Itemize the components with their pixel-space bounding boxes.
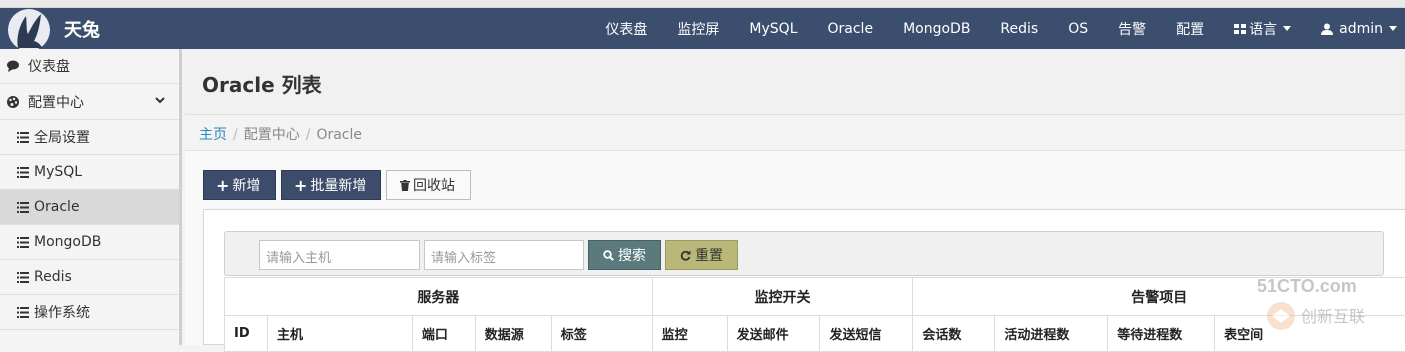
watermark-text-brand: 创新互联: [1301, 307, 1365, 326]
language-dropdown[interactable]: 语言: [1234, 19, 1291, 39]
page-title: Oracle 列表: [185, 49, 1405, 115]
sidebar-item-dashboard[interactable]: 仪表盘: [0, 49, 179, 84]
recycle-bin-button[interactable]: 回收站: [386, 170, 471, 200]
list-icon: [17, 272, 29, 283]
nav-item-oracle[interactable]: Oracle: [828, 21, 874, 37]
reset-button[interactable]: 重置: [665, 240, 738, 270]
column-header-send-sms[interactable]: 发送短信: [820, 316, 913, 352]
brand-title[interactable]: 天兔: [64, 16, 100, 42]
recycle-bin-label: 回收站: [413, 175, 455, 195]
batch-add-button[interactable]: + 批量新增: [281, 170, 381, 200]
table-column-header-row: ID 主机 端口 数据源 标签 监控 发送邮件 发送短信 会话数 活动进程数 等…: [225, 316, 1405, 352]
chevron-down-icon: [155, 97, 165, 104]
nav-item-monitor-screen[interactable]: 监控屏: [677, 19, 719, 39]
column-header-sessions[interactable]: 会话数: [913, 316, 995, 352]
breadcrumb-current: Oracle: [316, 127, 362, 143]
column-header-active-processes[interactable]: 活动进程数: [995, 316, 1108, 352]
list-panel: 请输入主机 请输入标签 搜索 重置: [203, 209, 1405, 345]
sidebar-item-label: Redis: [34, 269, 72, 285]
column-header-monitor[interactable]: 监控: [652, 316, 727, 352]
column-header-id[interactable]: ID: [225, 316, 268, 352]
top-navbar: 天兔 仪表盘 监控屏 MySQL Oracle MongoDB Redis OS…: [0, 8, 1405, 49]
search-button[interactable]: 搜索: [588, 240, 661, 270]
batch-add-button-label: 批量新增: [310, 175, 366, 195]
sidebar-item-label: 全局设置: [34, 127, 90, 147]
group-header-server: 服务器: [225, 278, 653, 316]
column-header-tag[interactable]: 标签: [551, 316, 652, 352]
plus-icon: +: [294, 176, 307, 195]
add-button[interactable]: + 新增: [203, 170, 276, 200]
caret-down-icon: [1283, 26, 1291, 31]
user-icon: [1321, 23, 1333, 35]
search-bar: 请输入主机 请输入标签 搜索 重置: [224, 231, 1384, 276]
tag-input[interactable]: 请输入标签: [424, 240, 584, 270]
nav-menu: 仪表盘 监控屏 MySQL Oracle MongoDB Redis OS 告警…: [575, 8, 1397, 49]
user-name: admin: [1339, 21, 1383, 37]
language-label: 语言: [1249, 19, 1277, 39]
sidebar-item-global-settings[interactable]: 全局设置: [0, 120, 179, 155]
sidebar-item-label: 仪表盘: [28, 56, 70, 76]
nav-item-redis[interactable]: Redis: [1000, 21, 1038, 37]
group-header-monitor-switch: 监控开关: [652, 278, 913, 316]
sidebar-item-label: MySQL: [34, 164, 82, 180]
nav-item-config[interactable]: 配置: [1176, 19, 1204, 39]
column-header-datasource[interactable]: 数据源: [475, 316, 551, 352]
column-header-host[interactable]: 主机: [267, 316, 412, 352]
watermark-text-51cto: 51CTO.com: [1257, 276, 1357, 296]
add-button-label: 新增: [232, 175, 260, 195]
host-input[interactable]: 请输入主机: [259, 240, 420, 270]
reset-button-label: 重置: [695, 245, 723, 265]
breadcrumb-separator: /: [306, 127, 311, 143]
list-icon: [17, 307, 29, 318]
rabbit-logo-icon[interactable]: [4, 8, 54, 49]
list-icon: [17, 237, 29, 248]
sidebar-item-os[interactable]: 操作系统: [0, 295, 179, 330]
nav-item-mysql[interactable]: MySQL: [749, 21, 797, 37]
list-icon: [17, 202, 29, 213]
sidebar: 仪表盘 配置中心 全局设置 MySQL: [0, 49, 182, 345]
column-header-waiting-processes[interactable]: 等待进程数: [1108, 316, 1215, 352]
main-content: Oracle 列表 主页 / 配置中心 / Oracle + 新增 + 批量新增 回收站…: [185, 49, 1405, 345]
sidebar-item-mongodb[interactable]: MongoDB: [0, 225, 179, 260]
sidebar-item-mysql[interactable]: MySQL: [0, 155, 179, 190]
sidebar-item-oracle[interactable]: Oracle: [0, 190, 179, 225]
nav-item-mongodb[interactable]: MongoDB: [903, 21, 970, 37]
refresh-icon: [680, 250, 691, 261]
trash-icon: [400, 180, 410, 191]
breadcrumb-home[interactable]: 主页: [199, 127, 227, 143]
list-icon: [17, 167, 29, 178]
column-header-port[interactable]: 端口: [412, 316, 475, 352]
breadcrumb: 主页 / 配置中心 / Oracle: [185, 115, 1405, 151]
sidebar-item-redis[interactable]: Redis: [0, 260, 179, 295]
plus-icon: +: [216, 176, 229, 195]
user-dropdown[interactable]: admin: [1321, 21, 1397, 37]
nav-item-dashboard[interactable]: 仪表盘: [605, 19, 647, 39]
breadcrumb-config-center: 配置中心: [244, 127, 300, 143]
sidebar-item-label: MongoDB: [34, 234, 101, 250]
window-top-strip: [0, 0, 1405, 8]
sidebar-item-label: 配置中心: [28, 92, 84, 112]
nav-item-alarm[interactable]: 告警: [1118, 19, 1146, 39]
content-area: + 新增 + 批量新增 回收站 请输入主机 请输入标签: [185, 151, 1405, 345]
palette-icon: [6, 95, 20, 109]
caret-down-icon: [1389, 26, 1397, 31]
sidebar-item-label: Oracle: [34, 199, 80, 215]
breadcrumb-separator: /: [233, 127, 238, 143]
oracle-table: 服务器 监控开关 告警项目 ID 主机 端口 数据源 标签 监控 发送邮件 发送…: [224, 277, 1405, 352]
search-button-label: 搜索: [618, 245, 646, 265]
watermark-logo: 51CTO.com 创新互联: [1255, 272, 1395, 336]
grid-icon: [1234, 24, 1246, 34]
table-group-header-row: 服务器 监控开关 告警项目: [225, 278, 1405, 316]
search-icon: [603, 250, 614, 261]
sidebar-item-label: 操作系统: [34, 302, 90, 322]
column-header-send-mail[interactable]: 发送邮件: [727, 316, 820, 352]
nav-item-os[interactable]: OS: [1068, 21, 1088, 37]
sidebar-item-config-center[interactable]: 配置中心: [0, 84, 179, 120]
list-icon: [17, 132, 29, 143]
comment-icon: [6, 59, 20, 73]
